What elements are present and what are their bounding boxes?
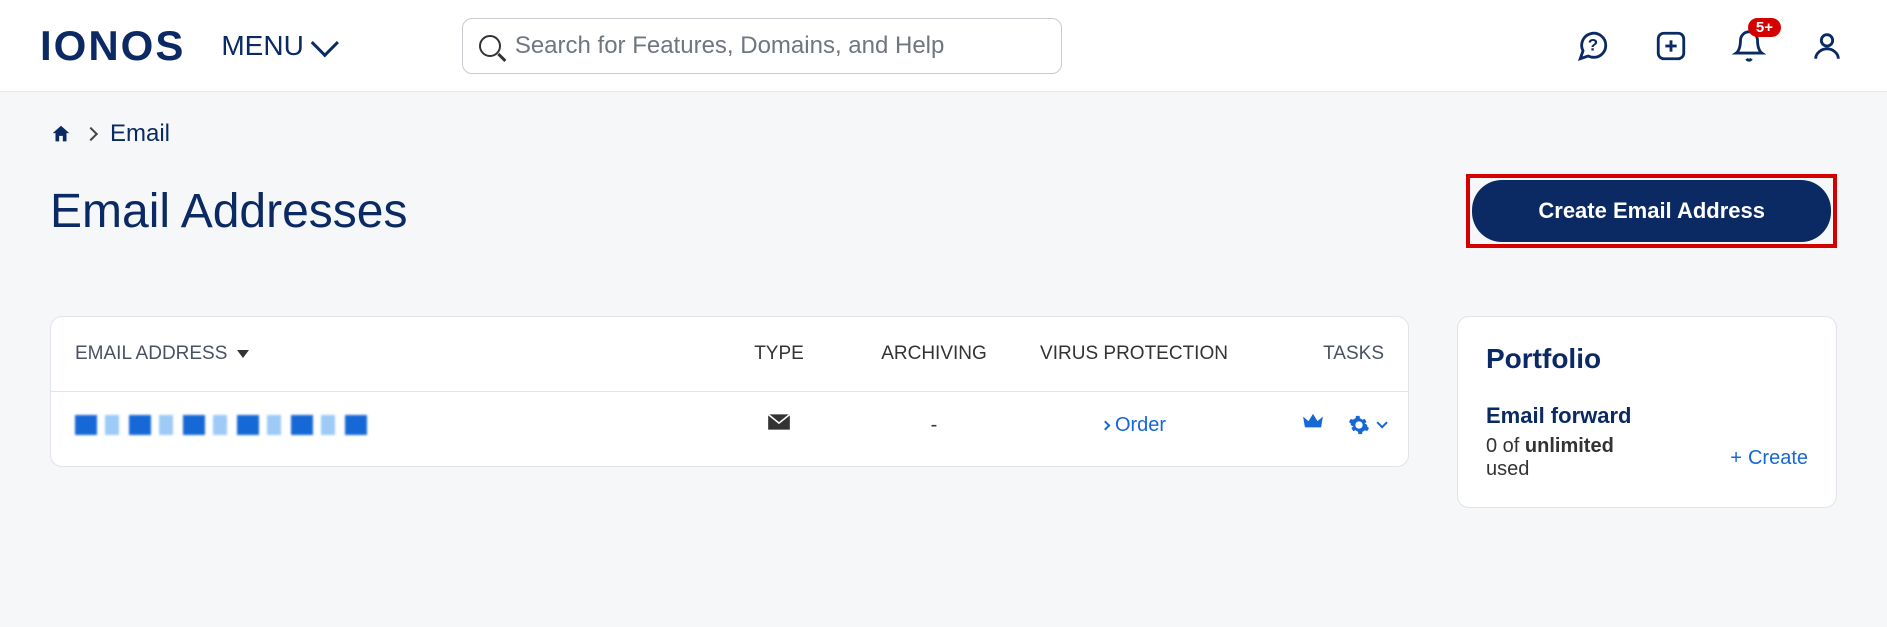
breadcrumb-current[interactable]: Email (110, 120, 170, 148)
menu-button[interactable]: MENU (221, 30, 331, 62)
usage-prefix: 0 of (1486, 435, 1525, 457)
primary-button-highlight: Create Email Address (1466, 174, 1837, 248)
crown-icon[interactable] (1302, 413, 1324, 437)
notifications-icon[interactable]: 5+ (1729, 26, 1769, 66)
sort-caret-icon (237, 350, 249, 358)
home-icon[interactable] (50, 123, 72, 145)
chevron-right-icon (84, 127, 98, 141)
chevron-down-icon (1376, 417, 1387, 428)
portfolio-card: Portfolio Email forward 0 of unlimited u… (1457, 316, 1837, 508)
portfolio-title: Portfolio (1486, 343, 1808, 375)
breadcrumb: Email (50, 120, 1837, 148)
table-header: EMAIL ADDRESS TYPE ARCHIVING VIRUS PROTE… (51, 317, 1408, 392)
col-tasks[interactable]: TASKS (1244, 343, 1384, 365)
create-label: Create (1748, 447, 1808, 470)
virus-order-link[interactable]: Order (1024, 414, 1244, 437)
col-email-label: EMAIL ADDRESS (75, 343, 227, 365)
svg-text:?: ? (1588, 35, 1598, 54)
search-field[interactable] (462, 18, 1062, 74)
type-cell (714, 412, 844, 438)
help-chat-icon[interactable]: ? (1573, 26, 1613, 66)
forward-label: Email forward (1486, 403, 1808, 429)
col-archiving[interactable]: ARCHIVING (844, 343, 1024, 365)
col-type[interactable]: TYPE (714, 343, 844, 365)
add-icon[interactable] (1651, 26, 1691, 66)
topbar: IONOS MENU ? 5+ (0, 0, 1887, 92)
forward-row: 0 of unlimited used + Create (1486, 435, 1808, 481)
notification-badge: 5+ (1748, 18, 1781, 37)
usage-limit: unlimited (1525, 435, 1614, 457)
plus-icon: + (1730, 447, 1742, 470)
create-forward-link[interactable]: + Create (1730, 447, 1808, 470)
page-title: Email Addresses (50, 184, 408, 239)
create-email-button[interactable]: Create Email Address (1472, 180, 1831, 242)
logo[interactable]: IONOS (40, 22, 185, 70)
usage-suffix: used (1486, 458, 1529, 480)
chevron-down-icon (310, 29, 338, 57)
page-body: Email Email Addresses Create Email Addre… (0, 92, 1887, 548)
chevron-right-icon (1100, 420, 1110, 430)
mail-icon (766, 412, 792, 432)
forward-usage: 0 of unlimited used (1486, 435, 1614, 481)
account-icon[interactable] (1807, 26, 1847, 66)
email-address-redacted (75, 415, 375, 435)
title-row: Email Addresses Create Email Address (50, 174, 1837, 248)
row-settings-button[interactable] (1348, 414, 1384, 436)
email-table: EMAIL ADDRESS TYPE ARCHIVING VIRUS PROTE… (50, 316, 1409, 467)
topbar-actions: ? 5+ (1573, 26, 1847, 66)
col-email[interactable]: EMAIL ADDRESS (75, 343, 714, 365)
order-label: Order (1115, 414, 1166, 437)
col-virus[interactable]: VIRUS PROTECTION (1024, 343, 1244, 365)
content-row: EMAIL ADDRESS TYPE ARCHIVING VIRUS PROTE… (50, 316, 1837, 508)
table-row[interactable]: - Order (51, 392, 1408, 466)
search-input[interactable] (515, 32, 1045, 60)
menu-label: MENU (221, 30, 303, 62)
tasks-cell (1244, 413, 1384, 437)
gear-icon (1348, 414, 1370, 436)
archiving-cell: - (844, 414, 1024, 437)
search-icon (479, 35, 501, 57)
